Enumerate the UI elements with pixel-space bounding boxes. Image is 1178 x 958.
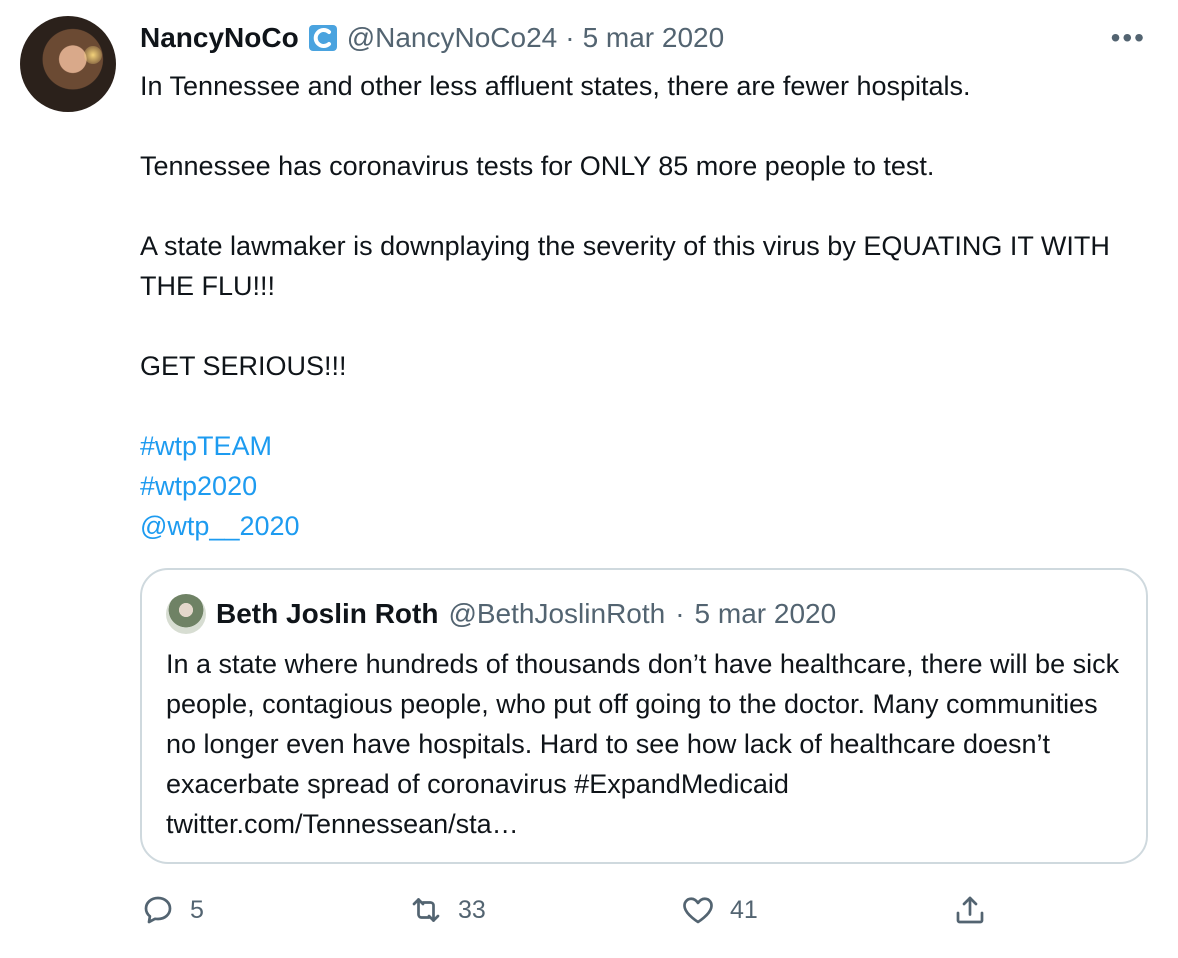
reply-count: 5 xyxy=(190,895,204,924)
quoted-text: In a state where hundreds of thousands d… xyxy=(166,649,1120,839)
mention-link[interactable]: @wtp__2020 xyxy=(140,506,1160,546)
share-button[interactable] xyxy=(952,892,988,928)
retweet-button[interactable]: 33 xyxy=(408,892,486,928)
author-name[interactable]: NancyNoCo xyxy=(140,22,299,54)
header-separator: · xyxy=(565,22,575,53)
quoted-avatar xyxy=(166,594,206,634)
reply-icon xyxy=(144,896,172,924)
tweet-actions: 5 33 41 xyxy=(140,892,1000,936)
like-count: 41 xyxy=(730,895,758,924)
more-options-button[interactable]: ••• xyxy=(1111,24,1146,52)
heart-icon xyxy=(683,897,713,924)
reply-button[interactable]: 5 xyxy=(140,892,204,928)
retweet-icon xyxy=(412,898,440,922)
author-handle[interactable]: @NancyNoCo24 xyxy=(347,22,558,54)
retweet-count: 33 xyxy=(458,895,486,924)
quoted-author-handle: @BethJoslinRoth xyxy=(448,598,666,629)
tweet-paragraph: Tennessee has coronavirus tests for ONLY… xyxy=(140,151,935,181)
quoted-separator: · xyxy=(675,598,685,629)
avatar-highlight xyxy=(84,46,102,64)
like-button[interactable]: 41 xyxy=(680,892,758,928)
tweet-date[interactable]: 5 mar 2020 xyxy=(583,22,725,54)
wave-icon xyxy=(308,25,337,51)
quoted-tweet[interactable]: Beth Joslin Roth @BethJoslinRoth · 5 mar… xyxy=(140,568,1148,864)
tweet-paragraph: A state lawmaker is downplaying the seve… xyxy=(140,231,1117,301)
tweet-paragraph: In Tennessee and other less affluent sta… xyxy=(140,71,971,101)
author-avatar[interactable] xyxy=(20,16,116,112)
quoted-author-name: Beth Joslin Roth xyxy=(216,598,439,629)
hashtag-link[interactable]: #wtp2020 xyxy=(140,466,1160,506)
hashtag-link[interactable]: #wtpTEAM xyxy=(140,426,1160,466)
tweet-body: In Tennessee and other less affluent sta… xyxy=(140,66,1160,546)
tweet-header: NancyNoCo @NancyNoCo24 · 5 mar 2020 xyxy=(140,20,724,56)
tweet-paragraph: GET SERIOUS!!! xyxy=(140,351,347,381)
quoted-date: 5 mar 2020 xyxy=(694,598,837,629)
share-icon xyxy=(956,896,984,924)
quoted-header: Beth Joslin Roth @BethJoslinRoth · 5 mar… xyxy=(166,594,837,634)
